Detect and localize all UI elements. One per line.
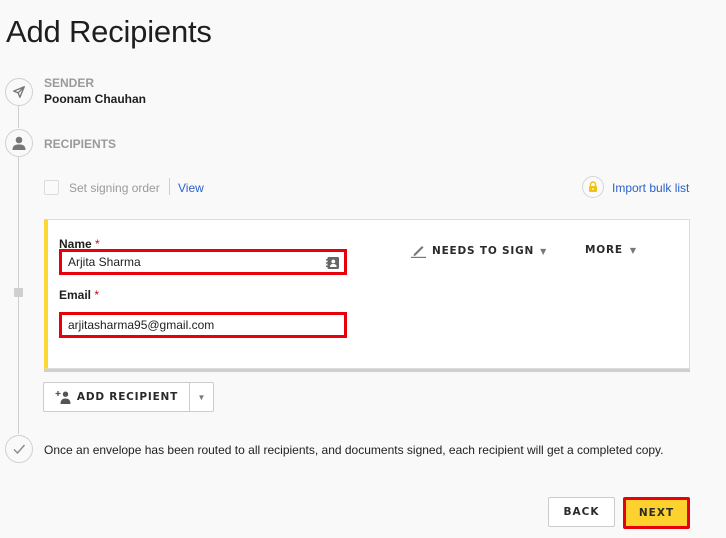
view-link[interactable]: View [178, 181, 204, 195]
timeline-line [18, 157, 19, 288]
signing-order-label: Set signing order [69, 181, 160, 195]
caret-down-icon: ▼ [629, 245, 637, 255]
caret-down-icon: ▼ [197, 392, 206, 402]
add-person-icon [55, 390, 71, 404]
check-icon [13, 444, 26, 455]
email-label: Email * [59, 288, 99, 302]
more-dropdown[interactable]: MORE ▼ [585, 244, 637, 256]
complete-step-icon [5, 435, 33, 463]
add-recipient-split-button: ADD RECIPIENT ▼ [43, 382, 214, 412]
email-label-text: Email [59, 288, 92, 302]
divider [169, 178, 170, 195]
timeline-line [18, 106, 19, 128]
recipient-card: Name * Arjita Sharma Email * arjitasharm… [44, 219, 690, 369]
page-title: Add Recipients [6, 14, 212, 49]
sender-step-icon [5, 78, 33, 106]
pen-icon [411, 246, 426, 258]
import-bulk-list-link[interactable]: Import bulk list [612, 181, 689, 195]
next-button[interactable]: NEXT [623, 497, 690, 529]
name-input[interactable]: Arjita Sharma [59, 249, 347, 275]
completion-note: Once an envelope has been routed to all … [44, 443, 664, 457]
add-recipient-button[interactable]: ADD RECIPIENT [44, 383, 190, 411]
add-recipient-options-button[interactable]: ▼ [190, 383, 213, 411]
name-input-value: Arjita Sharma [68, 255, 141, 269]
sender-label: SENDER [44, 76, 95, 90]
caret-down-icon: ▼ [540, 246, 548, 256]
contact-card-icon[interactable] [326, 256, 340, 273]
recipient-marker [14, 288, 23, 297]
send-icon [13, 86, 25, 98]
sender-name: Poonam Chauhan [44, 92, 147, 106]
add-recipient-label: ADD RECIPIENT [76, 391, 179, 403]
lock-icon [589, 181, 597, 192]
needs-to-sign-dropdown[interactable]: NEEDS TO SIGN ▼ [411, 244, 547, 258]
required-mark: * [94, 288, 100, 302]
needs-to-sign-label: NEEDS TO SIGN [432, 245, 535, 257]
back-button[interactable]: BACK [548, 497, 615, 527]
more-label: MORE [585, 244, 623, 256]
signing-order-checkbox[interactable] [44, 180, 59, 195]
email-input[interactable]: arjitasharma95@gmail.com [59, 312, 347, 338]
email-input-value: arjitasharma95@gmail.com [68, 318, 215, 332]
recipients-step-icon [5, 129, 33, 157]
recipients-label: RECIPIENTS [44, 137, 117, 151]
timeline-line [18, 297, 19, 434]
lock-badge [582, 176, 604, 198]
person-icon [12, 136, 26, 150]
